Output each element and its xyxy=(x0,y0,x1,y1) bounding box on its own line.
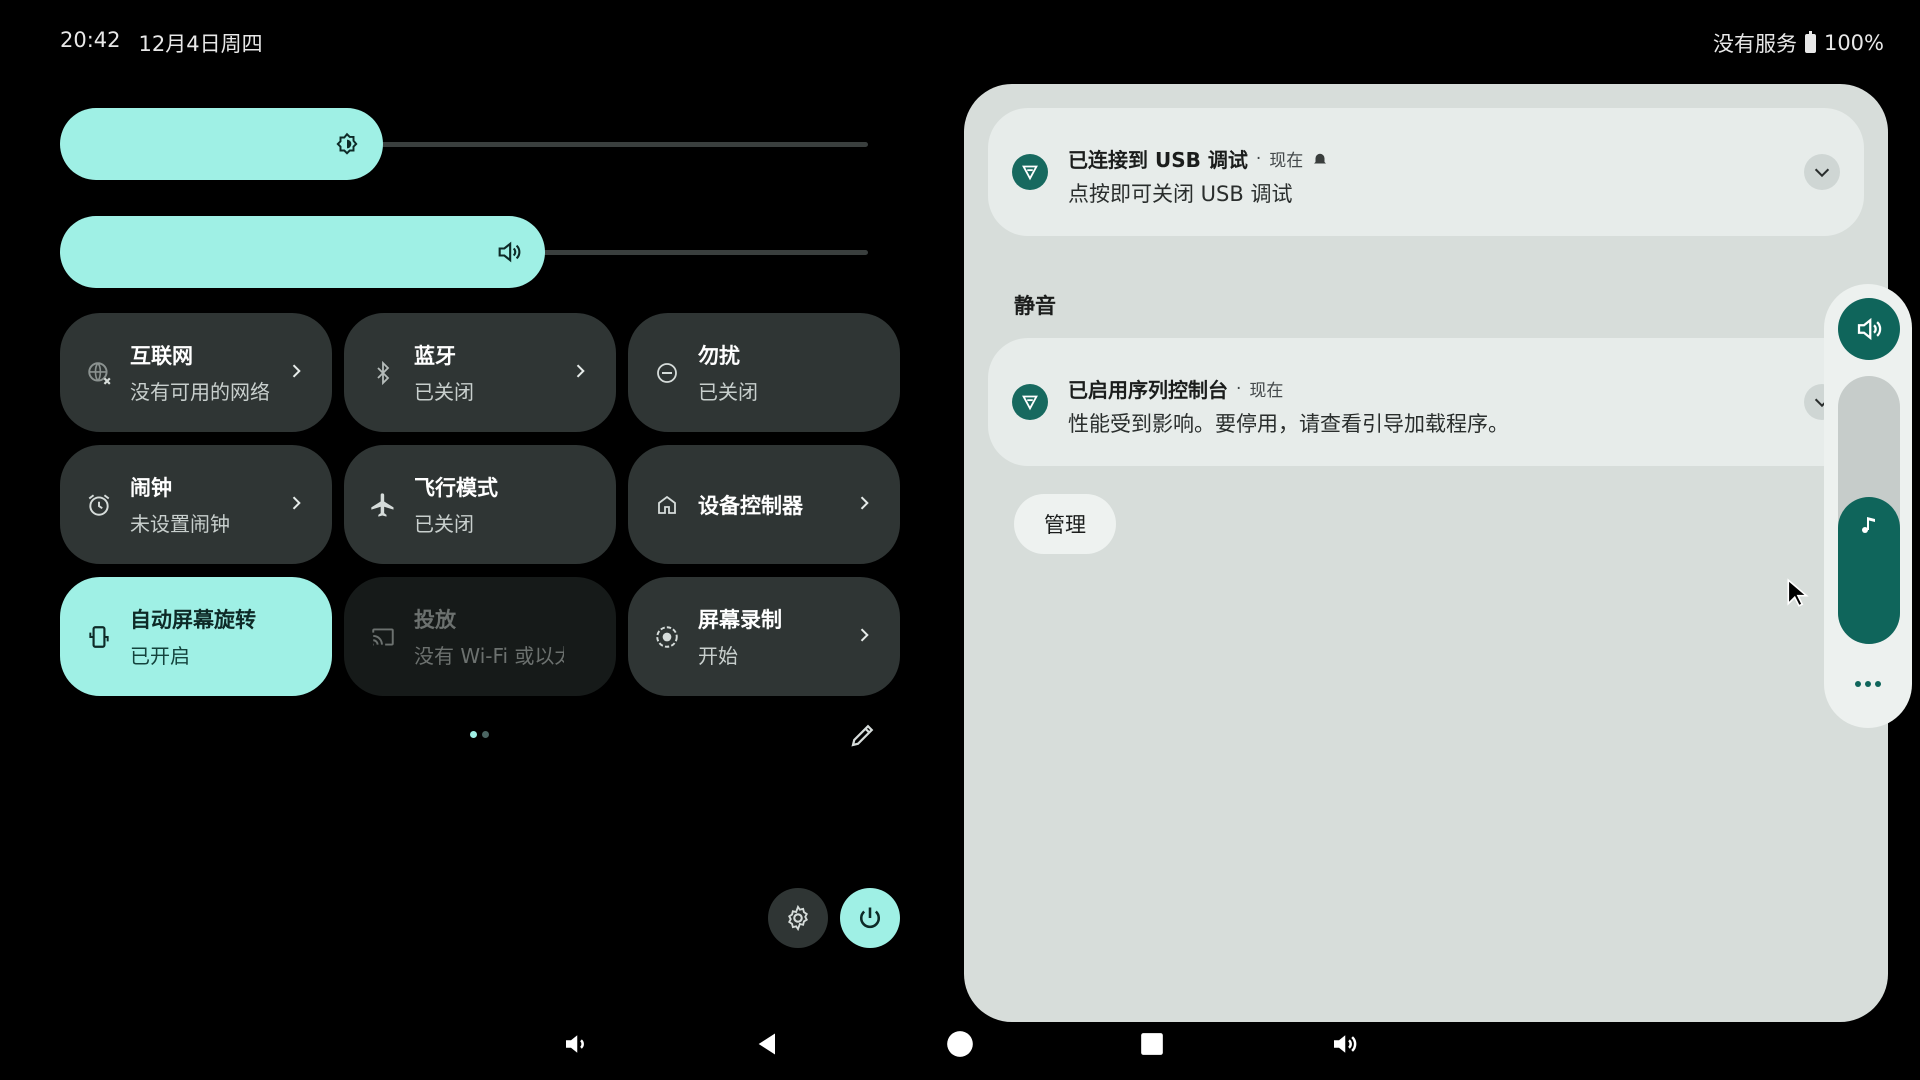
page-dot-active xyxy=(470,731,477,738)
tile-internet-title: 互联网 xyxy=(130,344,193,368)
notification-usb-debug[interactable]: 已连接到 USB 调试 · 现在 点按即可关闭 USB 调试 xyxy=(988,108,1864,236)
chevron-right-icon xyxy=(860,496,869,510)
status-bar: 20:42 12月4日周四 没有服务 100% xyxy=(0,0,1920,84)
notification-usb-time: 现在 xyxy=(1269,151,1304,171)
alarm-icon xyxy=(84,490,114,520)
tile-screen-record[interactable]: 屏幕录制 开始 xyxy=(628,577,900,696)
tile-cast-subtitle: 没有 Wi-Fi 或以太网 xyxy=(414,644,564,668)
status-left: 20:42 12月4日周四 xyxy=(60,28,263,58)
home-icon xyxy=(652,490,682,520)
tile-dnd-title: 勿扰 xyxy=(698,344,740,368)
tile-auto-rotate-title: 自动屏幕旋转 xyxy=(130,608,256,632)
tile-alarm[interactable]: 闹钟 未设置闹钟 xyxy=(60,445,332,564)
battery-icon xyxy=(1804,30,1816,53)
tile-auto-rotate[interactable]: 自动屏幕旋转 已开启 xyxy=(60,577,332,696)
chevron-right-icon xyxy=(292,364,301,378)
expand-button[interactable] xyxy=(1804,154,1840,190)
tile-screen-record-title: 屏幕录制 xyxy=(698,608,782,632)
recents-icon xyxy=(1141,1033,1163,1055)
music-volume-fill[interactable] xyxy=(1838,497,1900,644)
tile-airplane-subtitle: 已关闭 xyxy=(414,512,474,536)
notification-sequencer-text: 性能受到影响。要停用，请查看引导加载程序。 xyxy=(1068,412,1509,436)
notification-separator: · xyxy=(1236,378,1242,399)
notification-usb-title: 已连接到 USB 调试 xyxy=(1068,148,1248,172)
back-icon xyxy=(758,1033,775,1055)
tile-dnd-subtitle: 已关闭 xyxy=(698,380,758,404)
record-icon xyxy=(652,622,682,652)
tile-screen-record-subtitle: 开始 xyxy=(698,644,738,668)
manage-button[interactable]: 管理 xyxy=(1014,494,1116,554)
tile-cast[interactable]: 投放 没有 Wi-Fi 或以太网 xyxy=(344,577,616,696)
globe-off-icon xyxy=(84,358,114,388)
tile-internet-subtitle: 没有可用的网络 xyxy=(130,380,270,404)
speaker-icon xyxy=(1857,317,1882,341)
notification-sequencer-title: 已启用序列控制台 xyxy=(1068,378,1228,402)
tile-airplane[interactable]: 飞行模式 已关闭 xyxy=(344,445,616,564)
tile-device-controls-title: 设备控制器 xyxy=(698,493,803,518)
notification-sequencer[interactable]: 已启用序列控制台 · 现在 性能受到影响。要停用，请查看引导加载程序。 xyxy=(988,338,1864,466)
ringer-mode-button[interactable] xyxy=(1838,298,1900,360)
brightness-slider[interactable] xyxy=(60,108,868,180)
chevron-right-icon xyxy=(292,496,301,510)
bluetooth-icon xyxy=(368,358,398,388)
brightness-fill[interactable] xyxy=(60,108,383,180)
music-volume-slider[interactable] xyxy=(1838,376,1900,644)
home-button[interactable] xyxy=(944,1028,976,1060)
tile-bluetooth-title: 蓝牙 xyxy=(414,344,456,368)
volume-down-icon xyxy=(566,1035,584,1053)
rotate-icon xyxy=(84,622,114,652)
tile-alarm-title: 闹钟 xyxy=(130,476,172,500)
tile-airplane-title: 飞行模式 xyxy=(414,476,498,500)
recents-button[interactable] xyxy=(1136,1028,1168,1060)
android-debug-icon xyxy=(1012,154,1048,190)
edit-icon[interactable] xyxy=(848,720,878,750)
music-note-icon xyxy=(1862,517,1875,533)
power-icon xyxy=(859,907,881,929)
tile-alarm-subtitle: 未设置闹钟 xyxy=(130,512,230,536)
mouse-cursor-icon xyxy=(1787,578,1809,607)
tile-dnd[interactable]: 勿扰 已关闭 xyxy=(628,313,900,432)
notification-separator: · xyxy=(1255,148,1262,169)
volume-up-button[interactable] xyxy=(1328,1028,1360,1060)
speaker-icon xyxy=(493,236,525,268)
power-button[interactable] xyxy=(840,888,900,948)
tile-bluetooth-subtitle: 已关闭 xyxy=(414,380,474,404)
notification-panel: 已连接到 USB 调试 · 现在 点按即可关闭 USB 调试 静音 已启用序列控… xyxy=(964,84,1888,1022)
page-dot xyxy=(482,731,489,738)
chevron-down-icon xyxy=(1814,168,1830,178)
cast-icon xyxy=(368,622,398,652)
volume-fill[interactable] xyxy=(60,216,545,288)
brightness-icon xyxy=(331,128,363,160)
volume-up-icon xyxy=(1334,1035,1357,1053)
gear-icon xyxy=(788,904,808,932)
volume-panel xyxy=(1824,284,1912,728)
settings-button[interactable] xyxy=(768,888,828,948)
date: 12月4日周四 xyxy=(138,32,263,56)
more-icon[interactable] xyxy=(1854,680,1882,688)
battery-level: 100% xyxy=(1823,31,1884,55)
tile-bluetooth[interactable]: 蓝牙 已关闭 xyxy=(344,313,616,432)
alert-bell-icon xyxy=(1314,153,1327,165)
tile-cast-title: 投放 xyxy=(414,608,456,632)
home-circle-icon xyxy=(947,1031,973,1057)
silent-section-label: 静音 xyxy=(1014,294,1056,318)
page-indicator xyxy=(470,731,489,738)
tile-auto-rotate-subtitle: 已开启 xyxy=(130,644,190,668)
chevron-right-icon xyxy=(860,628,869,642)
tile-internet[interactable]: 互联网 没有可用的网络 xyxy=(60,313,332,432)
back-button[interactable] xyxy=(752,1028,784,1060)
dnd-icon xyxy=(652,358,682,388)
chevron-right-icon xyxy=(576,364,585,378)
volume-slider[interactable] xyxy=(60,216,868,288)
status-right: 没有服务 100% xyxy=(1713,28,1884,58)
notification-usb-text: 点按即可关闭 USB 调试 xyxy=(1068,182,1293,206)
clock: 20:42 xyxy=(60,28,121,52)
tile-device-controls[interactable]: 设备控制器 xyxy=(628,445,900,564)
notification-sequencer-time: 现在 xyxy=(1249,381,1284,401)
network-status: 没有服务 xyxy=(1712,32,1797,56)
android-debug-icon xyxy=(1012,384,1048,420)
volume-down-button[interactable] xyxy=(560,1028,592,1060)
airplane-icon xyxy=(368,490,398,520)
